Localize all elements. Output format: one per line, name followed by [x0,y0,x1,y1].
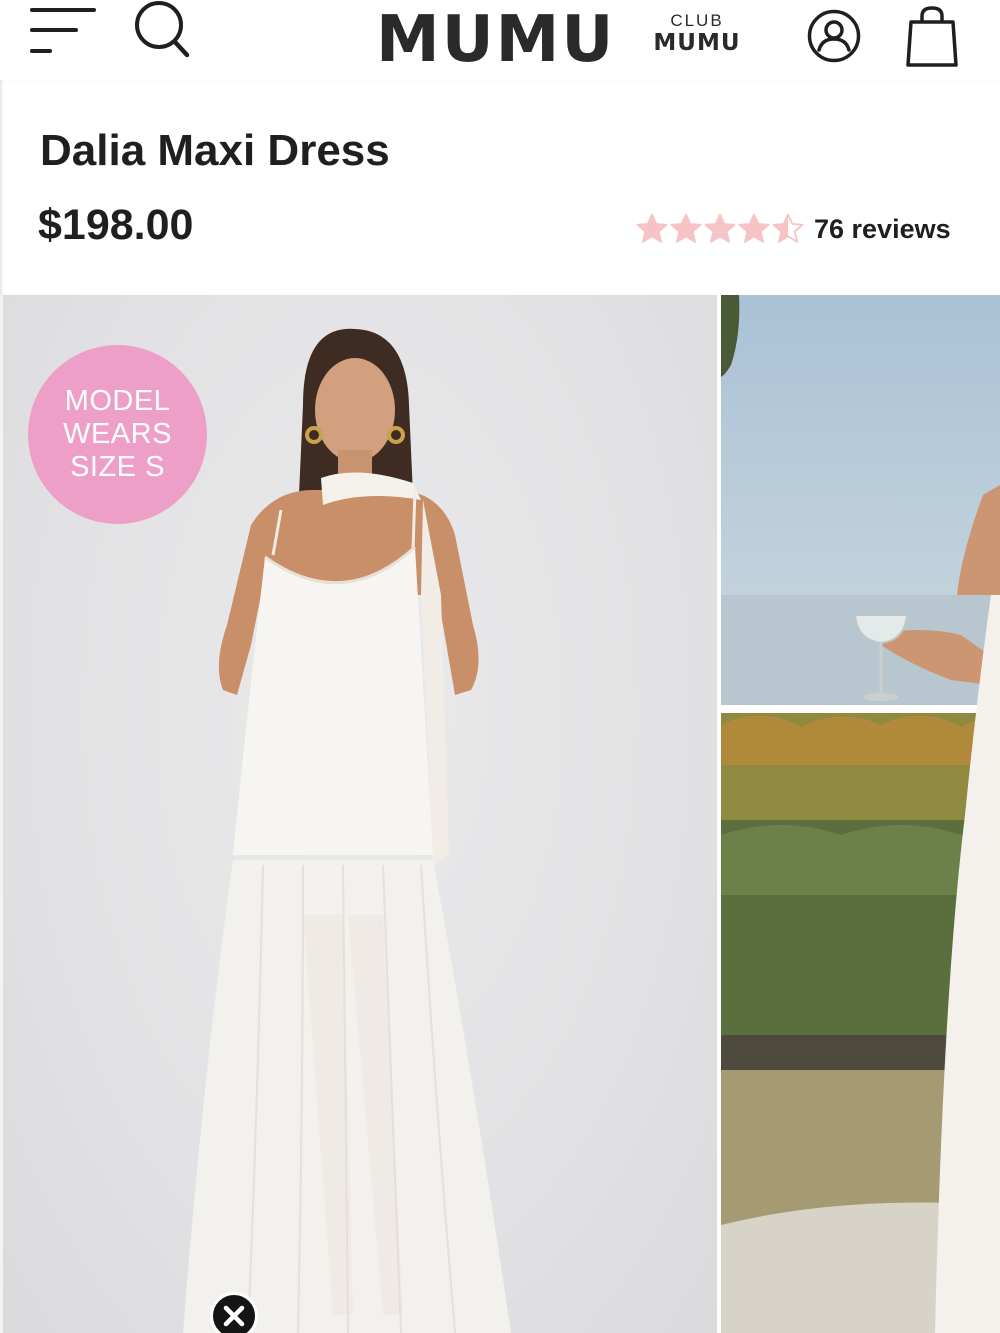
star-rating [636,213,804,245]
product-image-outdoor[interactable] [721,295,1000,1333]
reviews-count-link[interactable]: 76 reviews [814,214,951,245]
shopping-bag-icon[interactable] [902,4,962,70]
product-title: Dalia Maxi Dress [40,126,390,175]
account-icon[interactable] [806,8,862,64]
badge-line-2: WEARS [63,418,172,450]
product-image-main[interactable]: MODEL WEARS SIZE S [3,295,717,1333]
club-label-line1: CLUB [670,11,724,30]
model-outdoor-illustration [721,295,1000,1333]
close-icon[interactable] [210,1292,258,1333]
hamburger-menu-icon[interactable] [28,4,100,56]
star-icon [670,213,702,243]
site-header: MUMU CLUB MUMU [0,0,1000,80]
star-icon [704,213,736,243]
product-info: Dalia Maxi Dress $198.00 76 reviews [0,80,1000,295]
badge-line-3: SIZE S [70,451,165,483]
star-icon [636,213,668,243]
model-size-badge: MODEL WEARS SIZE S [28,345,207,524]
product-gallery[interactable]: MODEL WEARS SIZE S [0,295,1000,1333]
product-price: $198.00 [38,201,194,249]
badge-line-1: MODEL [64,385,171,417]
brand-logo[interactable]: MUMU [376,2,615,78]
star-icon [738,213,770,243]
club-mumu-link[interactable]: CLUB MUMU [652,11,742,57]
star-icon [772,213,804,243]
search-icon[interactable] [130,0,194,62]
rating-summary[interactable]: 76 reviews [636,211,951,247]
club-label-line2: MUMU [653,30,741,56]
